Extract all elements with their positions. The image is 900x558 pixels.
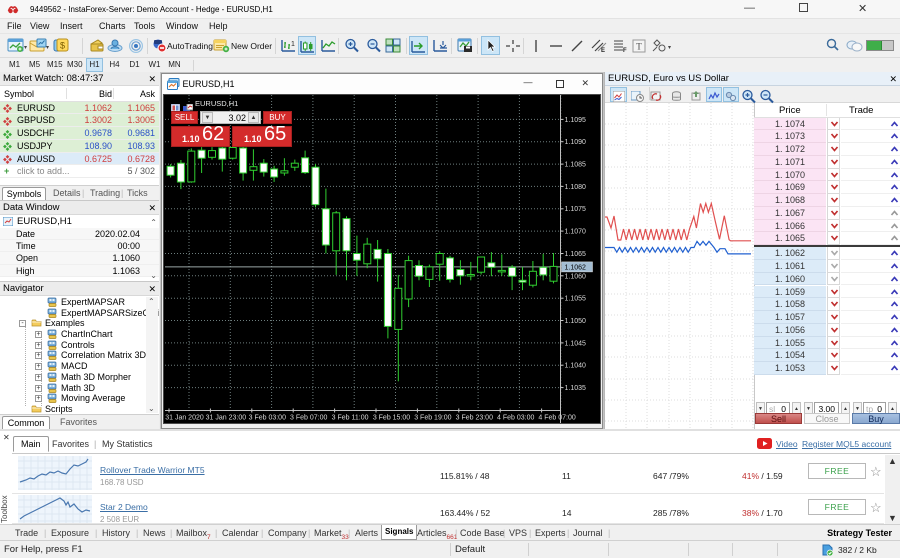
svg-text:1.1062: 1.1062 [565,264,587,271]
svg-text:1: 1 [291,41,295,48]
svg-text:31 Jan 2020: 31 Jan 2020 [165,414,204,421]
svg-text:T: T [636,42,642,52]
svg-text:$: $ [60,41,65,51]
svg-text:4 Feb 07:00: 4 Feb 07:00 [538,414,575,421]
svg-text:1.1070: 1.1070 [565,228,587,235]
svg-text:1.1060: 1.1060 [565,273,587,280]
svg-text:4 Feb 03:00: 4 Feb 03:00 [497,414,534,421]
svg-text:1.1075: 1.1075 [565,206,587,213]
svg-text:1.1080: 1.1080 [565,183,587,190]
svg-text:1.1095: 1.1095 [565,116,587,123]
svg-text:3 Feb 23:00: 3 Feb 23:00 [456,414,493,421]
svg-text:1.1035: 1.1035 [565,385,587,392]
svg-text:1.1085: 1.1085 [565,161,587,168]
svg-text:1.1065: 1.1065 [565,251,587,258]
svg-text:1.1045: 1.1045 [565,340,587,347]
svg-text:3 Feb 03:00: 3 Feb 03:00 [249,414,286,421]
svg-text:3 Feb 07:00: 3 Feb 07:00 [290,414,327,421]
svg-text:1.1055: 1.1055 [565,295,587,302]
svg-text:31 Jan 23:00: 31 Jan 23:00 [206,414,247,421]
svg-text:3 Feb 19:00: 3 Feb 19:00 [414,414,451,421]
svg-text:1.1040: 1.1040 [565,362,587,369]
svg-text:E: E [601,48,605,53]
svg-text:1.1090: 1.1090 [565,139,587,146]
svg-text:3 Feb 15:00: 3 Feb 15:00 [373,414,410,421]
svg-text:3 Feb 11:00: 3 Feb 11:00 [332,414,369,421]
svg-text:1.1050: 1.1050 [565,318,587,325]
svg-text:F: F [623,48,627,53]
